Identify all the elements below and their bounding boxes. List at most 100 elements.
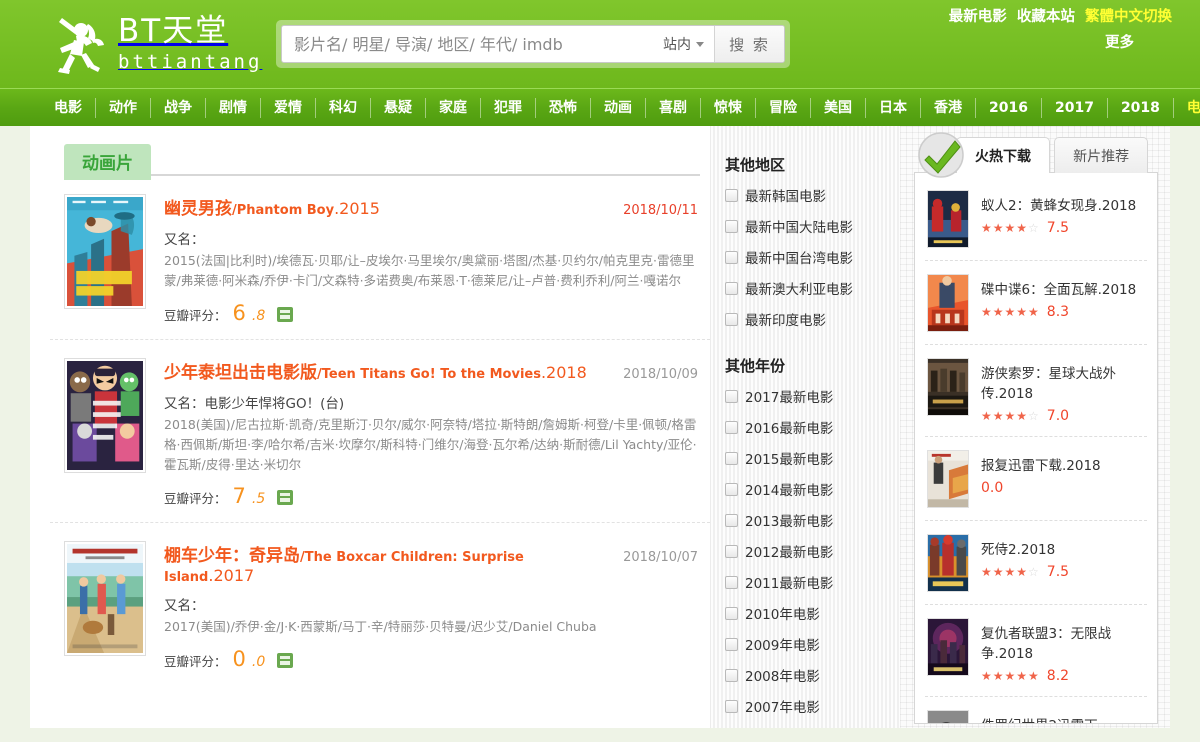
rank-list-item[interactable]: 碟中谍6：全面瓦解.2018 ★★★★★ 8.3	[925, 261, 1147, 345]
rank-list-item[interactable]: 死侍2.2018 ★★★★☆ 7.5	[925, 521, 1147, 605]
site-logo[interactable]: BT天堂 bttiantang	[48, 12, 262, 76]
poster-deadpool-2-icon[interactable]	[927, 534, 969, 592]
tab-new-recommendations[interactable]: 新片推荐	[1054, 137, 1149, 173]
search-scope-dropdown[interactable]: 站内	[659, 26, 714, 62]
checkbox-icon[interactable]	[725, 451, 738, 465]
rank-list-item[interactable]: 游侠索罗：星球大战外传.2018 ★★★★☆ 7.0	[925, 345, 1147, 437]
rank-item-title[interactable]: 蚁人2：黄蜂女现身.2018	[981, 194, 1136, 214]
nav-item-2016[interactable]: 2016	[976, 97, 1042, 118]
nav-item-movie-search[interactable]: 电影检索 NEW	[1174, 98, 1200, 118]
poster-phantom-boy-icon[interactable]	[64, 194, 146, 309]
checkbox-icon[interactable]	[725, 637, 738, 651]
filter-region-korea[interactable]: 最新韩国电影	[725, 185, 900, 205]
nav-item-horror[interactable]: 恐怖	[536, 97, 591, 118]
checkbox-icon[interactable]	[725, 482, 738, 496]
filter-year-2016[interactable]: 2016最新电影	[725, 417, 900, 437]
tab-hot-downloads[interactable]: 火热下载	[956, 137, 1050, 173]
rank-item-score: 0.0	[981, 480, 1004, 496]
nav-item-drama[interactable]: 剧情	[206, 97, 261, 118]
checkbox-icon[interactable]	[725, 250, 738, 264]
checkbox-icon[interactable]	[725, 188, 738, 202]
rank-item-title[interactable]: 侏罗纪世界2迅雷下载.2018	[981, 714, 1145, 723]
movie-list-item[interactable]: 少年泰坦出击电影版/Teen Titans Go! To the Movies.…	[50, 340, 710, 524]
nav-item-2017[interactable]: 2017	[1042, 97, 1108, 118]
poster-revenge-icon[interactable]	[927, 450, 969, 508]
checkbox-icon[interactable]	[725, 668, 738, 682]
filter-year-2017[interactable]: 2017最新电影	[725, 386, 900, 406]
rank-list-item[interactable]: 侏罗纪世界2迅雷下载.2018	[925, 697, 1147, 723]
filter-year-2008[interactable]: 2008年电影	[725, 665, 900, 685]
search-button[interactable]: 搜 索	[714, 26, 784, 62]
top-link-latest-movies[interactable]: 最新电影	[949, 9, 1007, 25]
checkbox-icon[interactable]	[725, 575, 738, 589]
filter-region-australia[interactable]: 最新澳大利亚电影	[725, 278, 900, 298]
movie-description: 2018(美国)/尼古拉斯·凯奇/克里斯汀·贝尔/威尔·阿奈特/塔拉·斯特朗/詹…	[164, 416, 697, 473]
nav-item-hongkong[interactable]: 香港	[921, 97, 976, 118]
checkbox-icon[interactable]	[725, 389, 738, 403]
rank-item-title[interactable]: 碟中谍6：全面瓦解.2018	[981, 278, 1136, 298]
poster-boxcar-children-icon[interactable]	[64, 541, 146, 657]
checkbox-icon[interactable]	[725, 312, 738, 326]
filter-year-2013[interactable]: 2013最新电影	[725, 510, 900, 530]
download-icon[interactable]	[277, 652, 294, 668]
checkbox-icon[interactable]	[725, 699, 738, 713]
nav-item-war[interactable]: 战争	[151, 97, 206, 118]
movie-title-link[interactable]: 少年泰坦出击电影版/Teen Titans Go! To the Movies.…	[164, 358, 587, 383]
nav-item-usa[interactable]: 美国	[811, 97, 866, 118]
nav-item-scifi[interactable]: 科幻	[316, 97, 371, 118]
nav-item-mystery[interactable]: 悬疑	[371, 97, 426, 118]
poster-mission-impossible-6-icon[interactable]	[927, 274, 969, 332]
filter-year-2011[interactable]: 2011最新电影	[725, 572, 900, 592]
movie-list-item[interactable]: 棚车少年：奇异岛/The Boxcar Children: Surprise I…	[50, 523, 710, 684]
filter-year-2012[interactable]: 2012最新电影	[725, 541, 900, 561]
nav-item-action[interactable]: 动作	[96, 97, 151, 118]
rank-list-item[interactable]: 复仇者联盟3：无限战争.2018 ★★★★★ 8.2	[925, 605, 1147, 697]
checkbox-icon[interactable]	[725, 513, 738, 527]
filter-region-india[interactable]: 最新印度电影	[725, 309, 900, 329]
filter-year-2009[interactable]: 2009年电影	[725, 634, 900, 654]
top-link-more[interactable]: 更多	[1105, 35, 1134, 51]
rank-item-title[interactable]: 死侍2.2018	[981, 538, 1069, 558]
poster-jurassic-world-2-icon[interactable]	[927, 710, 969, 723]
filter-year-2007[interactable]: 2007年电影	[725, 696, 900, 716]
nav-item-adventure[interactable]: 冒险	[756, 97, 811, 118]
poster-infinity-war-icon[interactable]	[927, 618, 969, 676]
nav-item-comedy[interactable]: 喜剧	[646, 97, 701, 118]
checkbox-icon[interactable]	[725, 420, 738, 434]
download-icon[interactable]	[277, 306, 294, 322]
checkbox-icon[interactable]	[725, 606, 738, 620]
poster-solo-icon[interactable]	[927, 358, 969, 416]
nav-item-thriller[interactable]: 惊悚	[701, 97, 756, 118]
nav-item-2018[interactable]: 2018	[1108, 97, 1174, 118]
filter-label: 2012最新电影	[745, 545, 834, 561]
nav-item-crime[interactable]: 犯罪	[481, 97, 536, 118]
filter-year-2010[interactable]: 2010年电影	[725, 603, 900, 623]
filter-year-2015[interactable]: 2015最新电影	[725, 448, 900, 468]
top-link-bookmark-site[interactable]: 收藏本站	[1017, 9, 1075, 25]
rank-item-title[interactable]: 游侠索罗：星球大战外传.2018	[981, 362, 1145, 402]
rank-item-title[interactable]: 报复迅雷下载.2018	[981, 454, 1101, 474]
top-link-traditional-chinese[interactable]: 繁體中文切换	[1085, 9, 1172, 25]
poster-ant-man-2-icon[interactable]	[927, 190, 969, 248]
search-input[interactable]	[282, 26, 659, 62]
checkbox-icon[interactable]	[725, 219, 738, 233]
nav-item-animation[interactable]: 动画	[591, 97, 646, 118]
filter-region-mainland-china[interactable]: 最新中国大陆电影	[725, 216, 900, 236]
rank-list-item[interactable]: 报复迅雷下载.2018 0.0	[925, 437, 1147, 521]
nav-item-romance[interactable]: 爱情	[261, 97, 316, 118]
filter-region-taiwan[interactable]: 最新中国台湾电影	[725, 247, 900, 267]
movie-title-link[interactable]: 棚车少年：奇异岛/The Boxcar Children: Surprise I…	[164, 541, 613, 585]
poster-teen-titans-icon[interactable]	[64, 357, 146, 473]
download-icon[interactable]	[277, 490, 294, 506]
category-tab-animation[interactable]: 动画片	[64, 144, 151, 180]
nav-item-japan[interactable]: 日本	[866, 97, 921, 118]
rank-item-title[interactable]: 复仇者联盟3：无限战争.2018	[981, 622, 1145, 662]
nav-item-family[interactable]: 家庭	[426, 97, 481, 118]
checkbox-icon[interactable]	[725, 281, 738, 295]
checkbox-icon[interactable]	[725, 544, 738, 558]
rank-list-item[interactable]: 蚁人2：黄蜂女现身.2018 ★★★★☆ 7.5	[925, 177, 1147, 261]
nav-item-movies[interactable]: 电影	[44, 97, 96, 118]
filter-year-2014[interactable]: 2014最新电影	[725, 479, 900, 499]
movie-title-link[interactable]: 幽灵男孩/Phantom Boy.2015	[164, 194, 380, 219]
movie-list-item[interactable]: 幽灵男孩/Phantom Boy.2015 2018/10/11 又名： 201…	[50, 176, 710, 340]
